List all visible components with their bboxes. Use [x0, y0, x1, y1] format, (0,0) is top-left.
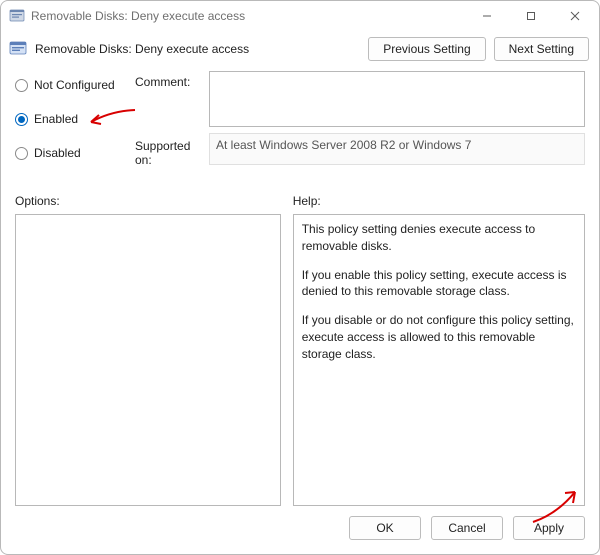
ok-button[interactable]: OK	[349, 516, 421, 540]
help-pane: Help: This policy setting denies execute…	[293, 194, 585, 506]
supported-text: At least Windows Server 2008 R2 or Windo…	[216, 138, 471, 152]
titlebar: Removable Disks: Deny execute access	[1, 1, 599, 31]
window-controls	[465, 2, 597, 30]
help-paragraph: This policy setting denies execute acces…	[302, 221, 576, 255]
radio-enabled[interactable]: Enabled	[15, 112, 131, 126]
options-body[interactable]	[15, 214, 281, 506]
radio-icon	[15, 147, 28, 160]
policy-icon	[9, 40, 27, 58]
options-label: Options:	[15, 194, 281, 208]
radio-icon	[15, 113, 28, 126]
state-radio-group: Not Configured Enabled Disabled	[15, 71, 131, 180]
radio-label: Not Configured	[34, 78, 115, 92]
next-setting-button[interactable]: Next Setting	[494, 37, 589, 61]
comment-label: Comment:	[135, 71, 205, 89]
panes: Options: Help: This policy setting denie…	[1, 182, 599, 506]
apply-button[interactable]: Apply	[513, 516, 585, 540]
radio-icon	[15, 79, 28, 92]
help-paragraph: If you disable or do not configure this …	[302, 312, 576, 362]
comment-input[interactable]	[209, 71, 585, 127]
supported-on-value: At least Windows Server 2008 R2 or Windo…	[209, 133, 585, 165]
app-icon	[9, 8, 25, 24]
radio-disabled[interactable]: Disabled	[15, 146, 131, 160]
supported-label: Supported on:	[135, 133, 205, 167]
help-body[interactable]: This policy setting denies execute acces…	[293, 214, 585, 506]
maximize-button[interactable]	[509, 2, 553, 30]
policy-dialog: Removable Disks: Deny execute access Rem…	[0, 0, 600, 555]
dialog-footer: OK Cancel Apply	[1, 506, 599, 554]
minimize-button[interactable]	[465, 2, 509, 30]
policy-title: Removable Disks: Deny execute access	[35, 42, 360, 56]
help-paragraph: If you enable this policy setting, execu…	[302, 267, 576, 301]
radio-not-configured[interactable]: Not Configured	[15, 78, 131, 92]
window-title: Removable Disks: Deny execute access	[31, 9, 465, 23]
previous-setting-button[interactable]: Previous Setting	[368, 37, 485, 61]
cancel-button[interactable]: Cancel	[431, 516, 503, 540]
options-pane: Options:	[15, 194, 281, 506]
policy-header: Removable Disks: Deny execute access Pre…	[1, 31, 599, 67]
radio-label: Enabled	[34, 112, 78, 126]
help-label: Help:	[293, 194, 585, 208]
radio-label: Disabled	[34, 146, 81, 160]
close-button[interactable]	[553, 2, 597, 30]
config-area: Not Configured Enabled Disabled Comment:…	[1, 67, 599, 182]
